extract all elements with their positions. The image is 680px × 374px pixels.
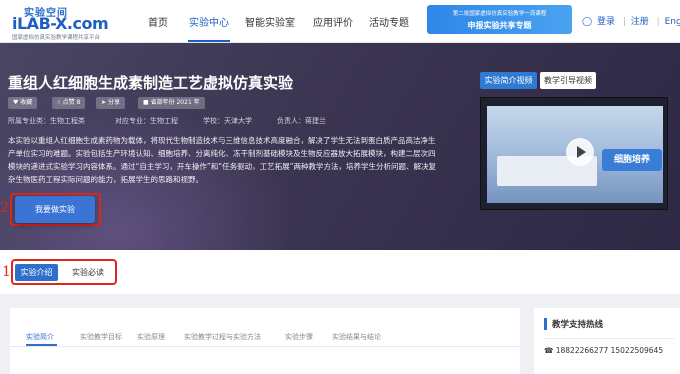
annotation-number-2: 2 (0, 200, 9, 216)
share-label: 分享 (107, 99, 120, 106)
meta-major-category: 所属专业类：生物工程类 (8, 117, 85, 125)
content-tab-intro[interactable]: 实验简介 (26, 332, 54, 342)
content-panel: 实验简介 实验教学目标 实验原理 实验教学过程与实验方法 实验步骤 实验结果与结… (10, 308, 520, 374)
content-tab-results[interactable]: 实验结果与结论 (332, 332, 381, 342)
english-link[interactable]: English (665, 17, 680, 27)
tab-intro-video[interactable]: 实验简介视频 (480, 72, 537, 89)
meta-school: 学校：天津大学 (203, 117, 252, 125)
favorite-button[interactable]: ♥ 收藏 (8, 97, 38, 109)
tab-experiment-notes[interactable]: 实验必读 (64, 264, 112, 281)
meta-major: 对应专业：生物工程 (115, 117, 178, 125)
top-nav: 实验空间 iLAB-X.com 国家虚拟仿真实验教学课程共享平台 首页 实验中心… (0, 0, 680, 43)
phone-icon: ☎ (544, 346, 556, 355)
experiment-description: 本实验以重组人红细胞生成素药物为载体，将现代生物制造技术与三维信息技术高度融合，… (8, 136, 437, 184)
share-button[interactable]: ➤ 分享 (96, 97, 125, 109)
promo-banner[interactable]: 第二批国家虚拟仿真实验教学一流课程 申报实验共享专题 (427, 5, 572, 34)
nav-item-lab-center[interactable]: 实验中心 (189, 14, 229, 29)
video-player[interactable]: 细胞培养 (480, 97, 668, 210)
nav-item-smart-lab[interactable]: 智能实验室 (245, 14, 295, 29)
page: 实验空间 iLAB-X.com 国家虚拟仿真实验教学课程共享平台 首页 实验中心… (0, 0, 680, 374)
experiment-hero: 重组人红细胞生成素制造工艺虚拟仿真实验 ♥ 收藏 ☝ 点赞 8 ➤ 分享 ■ 省… (0, 43, 680, 250)
nav-item-events[interactable]: 活动专题 (369, 14, 409, 29)
do-experiment-button[interactable]: 我要做实验 (15, 196, 95, 223)
like-label: 点赞 8 (62, 99, 81, 106)
meta-lead: 负责人：蒋建兰 (277, 117, 326, 125)
tab-experiment-intro[interactable]: 实验介绍 (15, 264, 58, 281)
content-tab-steps[interactable]: 实验步骤 (285, 332, 313, 342)
banner-line1: 第二批国家虚拟仿真实验教学一流课程 (452, 11, 547, 17)
banner-line2: 申报实验共享专题 (467, 21, 532, 30)
register-link[interactable]: 注册 (631, 17, 649, 27)
user-icon: ◯ (582, 17, 593, 27)
play-icon[interactable] (566, 138, 594, 166)
content-tab-divider (10, 346, 520, 347)
share-icon: ➤ (101, 99, 108, 106)
support-phone: ☎ 18822266277 15022509645 (544, 346, 663, 355)
support-divider (544, 338, 674, 339)
logo-en-text: iLAB-X.com (12, 14, 109, 33)
calendar-icon: ■ (143, 99, 151, 106)
content-tab-process[interactable]: 实验教学过程与实验方法 (184, 332, 261, 342)
year-badge: ■ 省部年份 2021 年 (138, 97, 205, 109)
favorite-label: 收藏 (20, 99, 33, 106)
experiment-title: 重组人红细胞生成素制造工艺虚拟仿真实验 (8, 74, 294, 92)
logo-subtitle: 国家虚拟仿真实验教学课程共享平台 (12, 35, 101, 41)
support-heading: 教学支持热线 (552, 320, 604, 330)
auth-links: ◯ 登录 | 注册 | English (582, 14, 680, 27)
support-panel: 教学支持热线 ☎ 18822266277 15022509645 (534, 308, 680, 374)
tab-guide-video[interactable]: 教学引导视频 (540, 72, 596, 89)
annotation-number-1: 1 (2, 264, 11, 280)
separator: | (656, 17, 660, 27)
nav-item-evaluation[interactable]: 应用评价 (313, 14, 353, 29)
nav-item-home[interactable]: 首页 (148, 14, 168, 29)
like-button[interactable]: ☝ 点赞 8 (52, 97, 86, 109)
heading-accent-bar (544, 318, 547, 330)
site-logo[interactable]: 实验空间 iLAB-X.com 国家虚拟仿真实验教学课程共享平台 (10, 4, 135, 41)
content-tab-goals[interactable]: 实验教学目标 (80, 332, 122, 342)
login-link[interactable]: 登录 (597, 17, 615, 27)
separator: | (622, 17, 626, 27)
year-label: 省部年份 2021 年 (150, 99, 200, 106)
section-tabs: 实验介绍 实验必读 (0, 250, 680, 294)
video-caption-tag: 细胞培养 (602, 149, 662, 171)
phone-numbers: 18822266277 15022509645 (555, 346, 664, 355)
nav-active-indicator (188, 40, 230, 42)
content-tab-principle[interactable]: 实验原理 (137, 332, 165, 342)
